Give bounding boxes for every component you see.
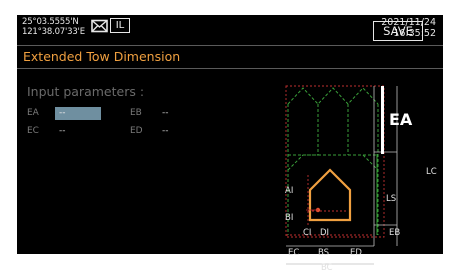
ed-label: ED — [130, 126, 143, 136]
ci-dimension-label: CI — [303, 228, 312, 238]
device-screen: 25°03.5555'N 121°38.07'33'E IL 2021/11/2… — [17, 15, 443, 272]
barge-top-outline — [287, 87, 379, 105]
ec-label: EC — [27, 126, 39, 136]
ea-dimension-bar — [381, 86, 384, 154]
ai-dimension-label: AI — [285, 186, 294, 196]
tugboat-outline — [308, 168, 352, 222]
lc-dimension-label: LC — [426, 167, 437, 177]
ea-label: EA — [27, 108, 39, 118]
il-badge: IL — [110, 18, 130, 33]
eb-label: EB — [130, 108, 142, 118]
longitude: 121°38.07'33'E — [22, 27, 85, 37]
ls-dimension-label: LS — [386, 194, 397, 204]
page-title: Extended Tow Dimension — [23, 49, 181, 64]
di-dimension-label: DI — [320, 228, 330, 238]
envelope-icon — [91, 19, 108, 33]
input-parameters-heading: Input parameters : — [27, 84, 145, 99]
ed-input[interactable]: -- — [162, 126, 169, 136]
bi-dimension-label: BI — [285, 213, 294, 223]
bc-dimension-label: BC — [321, 263, 333, 273]
ed-dimension-label: ED — [350, 248, 362, 258]
ea-dimension-label: EA — [389, 110, 413, 129]
title-bar: Extended Tow Dimension — [17, 45, 443, 69]
ec-dimension-label: EC — [288, 248, 300, 258]
gps-position: 25°03.5555'N 121°38.07'33'E — [22, 17, 85, 37]
ec-input[interactable]: -- — [59, 126, 66, 136]
ea-input[interactable]: -- — [59, 108, 66, 118]
tow-dimension-diagram — [285, 85, 398, 265]
eb-input[interactable]: -- — [162, 108, 169, 118]
latitude: 25°03.5555'N — [22, 17, 79, 27]
eb-dimension-label: EB — [389, 228, 401, 238]
bs-dimension-label: BS — [318, 248, 330, 258]
save-button[interactable]: SAVE — [373, 21, 423, 41]
